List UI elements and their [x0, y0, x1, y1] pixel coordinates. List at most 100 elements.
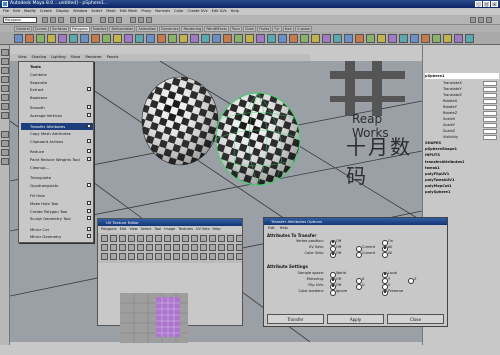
uv-tool-icon[interactable] [173, 244, 180, 251]
shelf-tool-icon[interactable] [410, 34, 419, 43]
menu-help[interactable]: Help [231, 8, 239, 15]
snap-point-icon[interactable] [116, 17, 122, 23]
shelf-tool-icon[interactable] [69, 34, 78, 43]
uv-tool-icon[interactable] [128, 244, 135, 251]
uv-canvas[interactable] [120, 293, 188, 343]
options-menu-edit[interactable]: Edit [268, 225, 275, 231]
uv-tool-icon[interactable] [110, 253, 117, 260]
shelf-tool-icon[interactable] [179, 34, 188, 43]
uv-tool-icon[interactable] [155, 244, 162, 251]
uv-tool-icon[interactable] [137, 244, 144, 251]
radio-mirroring-z[interactable]: Z [408, 277, 416, 284]
transfer-button[interactable]: Transfer [267, 314, 324, 324]
option-box-icon[interactable] [87, 87, 91, 92]
uv-menu-textures[interactable]: Textures [178, 226, 193, 233]
shelf-tool-icon[interactable] [333, 34, 342, 43]
attribute-editor-icon[interactable] [470, 17, 476, 23]
uv-tool-icon[interactable] [218, 244, 225, 251]
uv-shell[interactable] [156, 297, 180, 337]
channel-value-field[interactable] [483, 92, 497, 98]
shelf-tool-icon[interactable] [366, 34, 375, 43]
menu-item-reduce[interactable]: Reduce [21, 148, 93, 155]
menu-mesh[interactable]: Mesh [106, 8, 115, 15]
menu-item-copy-mesh-attributes[interactable]: Copy Mesh Attributes [21, 130, 93, 137]
last-tool-icon[interactable] [1, 112, 9, 119]
channel-box-icon[interactable] [486, 17, 492, 23]
shelf-tool-icon[interactable] [124, 34, 133, 43]
uv-tool-icon[interactable] [218, 235, 225, 242]
uv-tool-icon[interactable] [137, 253, 144, 260]
select-object-icon[interactable] [78, 17, 84, 23]
uv-tool-icon[interactable] [209, 235, 216, 242]
select-component-icon[interactable] [86, 17, 92, 23]
render-globals-icon[interactable] [146, 17, 152, 23]
shelf-tool-icon[interactable] [58, 34, 67, 43]
maximize-button[interactable]: □ [483, 1, 490, 7]
input-node-polysphere1[interactable]: polySphere1 [425, 189, 499, 195]
viewport-menu-panels[interactable]: Panels [107, 54, 119, 61]
shelf-tool-icon[interactable] [157, 34, 166, 43]
menu-item-separate[interactable]: Separate [21, 79, 93, 86]
uv-tool-icon[interactable] [200, 253, 207, 260]
option-box-icon[interactable] [87, 234, 91, 239]
save-scene-icon[interactable] [58, 17, 64, 23]
menu-item-combine[interactable]: Combine [21, 71, 93, 78]
shelf-tool-icon[interactable] [113, 34, 122, 43]
menu-proxy[interactable]: Proxy [141, 8, 151, 15]
option-box-icon[interactable] [87, 113, 91, 117]
menu-item-cleanup[interactable]: Cleanup... [21, 164, 93, 171]
uv-tool-icon[interactable] [191, 235, 198, 242]
menu-item-smooth[interactable]: Smooth [21, 104, 93, 111]
shelf-tool-icon[interactable] [388, 34, 397, 43]
lasso-tool-icon[interactable] [1, 58, 9, 65]
uv-tool-icon[interactable] [155, 253, 162, 260]
shelf-tool-icon[interactable] [399, 34, 408, 43]
radio-mirroring-x[interactable]: X [356, 277, 364, 284]
uv-tool-icon[interactable] [236, 235, 243, 242]
single-view-icon[interactable] [1, 131, 9, 138]
radio-color-sets-all[interactable]: All [382, 251, 392, 258]
shelf-tool-icon[interactable] [289, 34, 298, 43]
uv-tool-icon[interactable] [137, 235, 144, 242]
menu-color[interactable]: Color [174, 8, 183, 15]
uv-tool-icon[interactable] [209, 253, 216, 260]
uv-menu-view[interactable]: View [129, 226, 137, 233]
shelf-tool-icon[interactable] [47, 34, 56, 43]
uv-tool-icon[interactable] [128, 235, 135, 242]
uv-tool-icon[interactable] [236, 244, 243, 251]
shelf-tool-icon[interactable] [256, 34, 265, 43]
uv-tool-icon[interactable] [101, 244, 108, 251]
uv-tool-icon[interactable] [164, 235, 171, 242]
minimize-button[interactable]: _ [475, 1, 482, 7]
shelf-tool-icon[interactable] [146, 34, 155, 43]
uv-tool-icon[interactable] [200, 244, 207, 251]
scale-tool-icon[interactable] [1, 94, 9, 101]
uv-tool-icon[interactable] [164, 253, 171, 260]
menu-item-average-vertices[interactable]: Average Vertices [21, 112, 93, 119]
shelf-tool-icon[interactable] [300, 34, 309, 43]
close-window-button[interactable]: × [491, 1, 498, 7]
uv-tool-icon[interactable] [173, 253, 180, 260]
viewport-menu-shading[interactable]: Shading [32, 54, 47, 61]
option-box-icon[interactable] [87, 226, 91, 231]
option-box-icon[interactable] [87, 138, 91, 143]
uv-tool-icon[interactable] [191, 253, 198, 260]
uv-tool-icon[interactable] [110, 235, 117, 242]
radio-flip-uvs-v[interactable]: V [382, 283, 390, 290]
uv-tool-icon[interactable] [119, 235, 126, 242]
snap-curve-icon[interactable] [108, 17, 114, 23]
uv-tool-icon[interactable] [227, 253, 234, 260]
uv-tool-icon[interactable] [101, 235, 108, 242]
shelf-tool-icon[interactable] [168, 34, 177, 43]
channel-value-field[interactable] [483, 98, 497, 104]
uv-tool-icon[interactable] [128, 253, 135, 260]
option-box-icon[interactable] [87, 105, 91, 110]
shelf-tool-icon[interactable] [102, 34, 111, 43]
channel-value-field[interactable] [483, 86, 497, 92]
select-tool-icon[interactable] [1, 49, 9, 56]
shelf-tool-icon[interactable] [344, 34, 353, 43]
menu-edit[interactable]: Edit [13, 8, 20, 15]
radio-sample-space-world[interactable]: World [330, 271, 346, 278]
option-box-icon[interactable] [87, 149, 91, 154]
rotate-tool-icon[interactable] [1, 85, 9, 92]
